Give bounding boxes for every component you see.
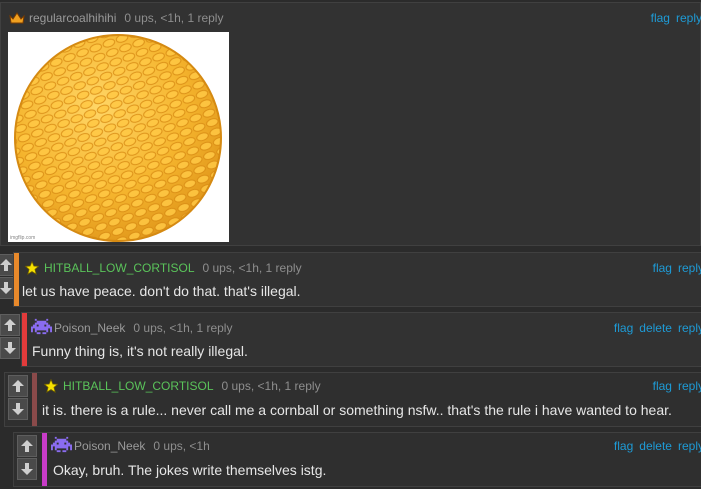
- thread-stripe: [22, 313, 27, 366]
- down-arrow-icon: [4, 342, 16, 354]
- username[interactable]: regularcoalhihihi: [29, 11, 116, 25]
- down-arrow-icon: [21, 463, 33, 475]
- down-arrow-icon: [0, 282, 12, 294]
- star-icon: [25, 261, 39, 275]
- down-arrow-icon: [12, 403, 24, 415]
- space-invader-icon: [51, 436, 72, 453]
- comment-stats: 0 ups, <1h, 1 reply: [221, 379, 321, 393]
- up-arrow-icon: [21, 440, 33, 452]
- space-invader-icon: [31, 318, 52, 335]
- comment-text: Funny thing is, it's not really illegal.: [32, 343, 248, 359]
- up-arrow-icon: [12, 380, 24, 392]
- delete-link[interactable]: delete: [639, 439, 672, 453]
- up-arrow-icon: [4, 319, 16, 331]
- comment-3: HITBALL_LOW_CORTISOL 0 ups, <1h, 1 reply …: [4, 372, 701, 427]
- reply-link[interactable]: reply: [678, 321, 701, 335]
- flag-link[interactable]: flag: [653, 379, 672, 393]
- thread-stripe: [42, 433, 47, 486]
- comment-image[interactable]: imgflip.com: [8, 32, 229, 242]
- comment-stats: 0 ups, <1h, 1 reply: [202, 261, 302, 275]
- downvote-button[interactable]: [0, 337, 20, 359]
- thread-stripe: [14, 253, 19, 306]
- reply-link[interactable]: reply: [678, 379, 701, 393]
- reply-link[interactable]: reply: [678, 439, 701, 453]
- crown-icon: [9, 12, 25, 24]
- flag-link[interactable]: flag: [651, 11, 670, 25]
- flag-link[interactable]: flag: [653, 261, 672, 275]
- yarn-ball-image: [14, 34, 222, 242]
- image-watermark: imgflip.com: [10, 235, 36, 241]
- comment-0: regularcoalhihihi 0 ups, <1h, 1 reply fla…: [0, 2, 701, 246]
- comment-text: Okay, bruh. The jokes write themselves i…: [53, 462, 327, 478]
- downvote-button[interactable]: [8, 398, 28, 420]
- comment-2: Poison_Neek 0 ups, <1h, 1 reply flag delet…: [21, 312, 701, 367]
- username[interactable]: Poison_Neek: [74, 439, 145, 453]
- vote-buttons: [17, 435, 37, 480]
- reply-link[interactable]: reply: [678, 261, 701, 275]
- username[interactable]: HITBALL_LOW_CORTISOL: [44, 261, 195, 275]
- comment-1: HITBALL_LOW_CORTISOL 0 ups, <1h, 1 reply …: [13, 252, 701, 307]
- vote-buttons: [0, 314, 20, 359]
- comment-text: it is. there is a rule... never call me …: [42, 402, 672, 418]
- vote-buttons: [8, 375, 28, 420]
- delete-link[interactable]: delete: [639, 321, 672, 335]
- upvote-button[interactable]: [17, 435, 37, 457]
- comment-text: let us have peace. don't do that. that's…: [22, 283, 301, 299]
- star-icon: [44, 379, 58, 393]
- downvote-button[interactable]: [17, 458, 37, 480]
- reply-link[interactable]: reply: [676, 11, 701, 25]
- username[interactable]: HITBALL_LOW_CORTISOL: [63, 379, 214, 393]
- comment-4: Poison_Neek 0 ups, <1h flag delete reply Ok…: [13, 432, 701, 487]
- comment-thread: regularcoalhihihi 0 ups, <1h, 1 reply fla…: [0, 0, 701, 489]
- upvote-button[interactable]: [0, 314, 20, 336]
- flag-link[interactable]: flag: [614, 321, 633, 335]
- username[interactable]: Poison_Neek: [54, 321, 125, 335]
- comment-stats: 0 ups, <1h, 1 reply: [133, 321, 233, 335]
- thread-stripe: [32, 373, 37, 426]
- comment-stats: 0 ups, <1h: [153, 439, 210, 453]
- upvote-button[interactable]: [8, 375, 28, 397]
- up-arrow-icon: [0, 259, 12, 271]
- comment-stats: 0 ups, <1h, 1 reply: [124, 11, 224, 25]
- flag-link[interactable]: flag: [614, 439, 633, 453]
